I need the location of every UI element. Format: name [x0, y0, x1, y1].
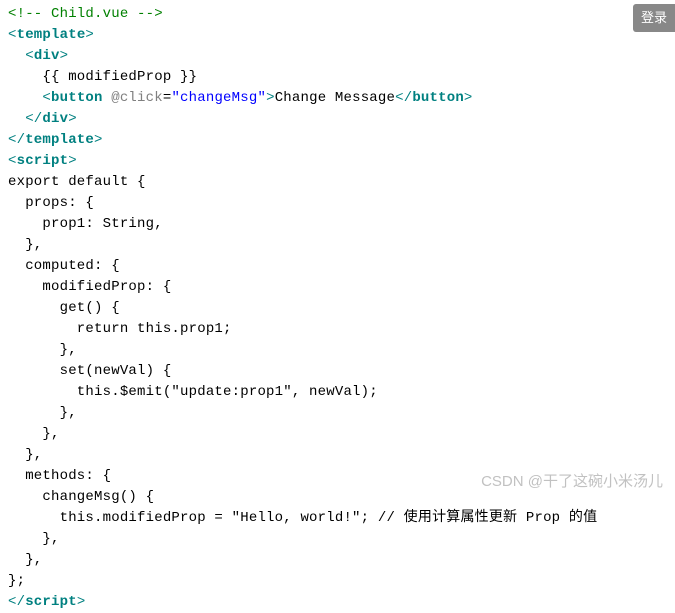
tag-script-open: script [17, 153, 69, 169]
script-line: return this.prop1; [8, 321, 232, 337]
script-line: }; [8, 573, 25, 589]
tag-div-open: div [34, 48, 60, 64]
script-line: get() { [8, 300, 120, 316]
tag-button-open: button [51, 90, 103, 106]
tag-button-close: button [412, 90, 464, 106]
script-line: }, [8, 237, 42, 253]
tag-script-close: script [25, 594, 77, 610]
script-line: methods: { [8, 468, 111, 484]
script-line: }, [8, 531, 60, 547]
script-line: changeMsg() { [8, 489, 154, 505]
button-text: Change Message [275, 90, 395, 106]
script-line: props: { [8, 195, 94, 211]
interpolation-line: {{ modifiedProp }} [8, 69, 197, 85]
script-line: modifiedProp: { [8, 279, 171, 295]
login-button[interactable]: 登录 [633, 4, 675, 32]
tag-template-open: template [17, 27, 86, 43]
script-line: }, [8, 342, 77, 358]
script-line: }, [8, 405, 77, 421]
script-line: }, [8, 426, 60, 442]
attr-click-val: "changeMsg" [171, 90, 266, 106]
tag-div-close: div [42, 111, 68, 127]
script-line: this.$emit("update:prop1", newVal); [8, 384, 378, 400]
script-line: export default { [8, 174, 146, 190]
script-line: prop1: String, [8, 216, 163, 232]
script-line: }, [8, 447, 42, 463]
script-line: set(newVal) { [8, 363, 171, 379]
code-block: <!-- Child.vue --> <template> <div> {{ m… [8, 4, 667, 613]
script-line: computed: { [8, 258, 120, 274]
comment-line: <!-- Child.vue --> [8, 6, 163, 22]
script-line: }, [8, 552, 42, 568]
tag-template-close: template [25, 132, 94, 148]
attr-click: @click [111, 90, 163, 106]
script-line: this.modifiedProp = "Hello, world!"; // … [8, 510, 597, 526]
